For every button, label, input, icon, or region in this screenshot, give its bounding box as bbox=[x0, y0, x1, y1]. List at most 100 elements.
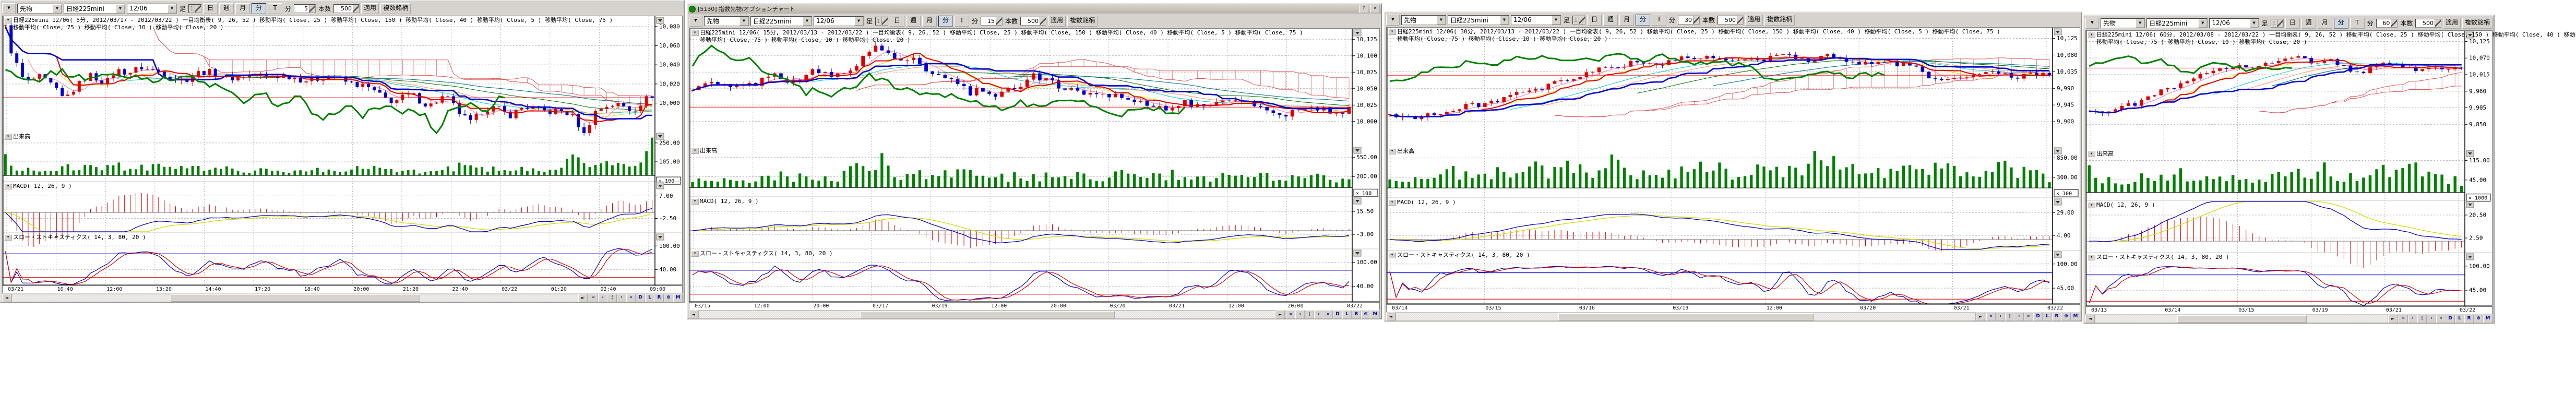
bar-type-月-button[interactable]: 月 bbox=[922, 16, 937, 27]
apply-button[interactable]: 適用 bbox=[2443, 18, 2461, 29]
bars-count-spinner[interactable]: 500 bbox=[1718, 16, 1744, 25]
nav-button-9[interactable]: M bbox=[2071, 313, 2080, 321]
nav-button-6[interactable]: L bbox=[2455, 315, 2464, 323]
nav-button-2[interactable]: ¦ bbox=[607, 294, 617, 302]
nav-button-2[interactable]: ¦ bbox=[1305, 311, 1314, 319]
nav-button-6[interactable]: L bbox=[2043, 313, 2052, 321]
scrollbar-track[interactable] bbox=[698, 311, 1275, 319]
bar-type-T-button[interactable]: T bbox=[955, 16, 969, 27]
bar-type-週-button[interactable]: 週 bbox=[1603, 15, 1618, 26]
scroll-right-button[interactable]: ► bbox=[1976, 313, 1985, 321]
nav-button-0[interactable]: « bbox=[1986, 313, 1996, 321]
bar-type-分-button[interactable]: 分 bbox=[2334, 18, 2348, 29]
scrollbar-track[interactable] bbox=[1396, 313, 1976, 321]
bar-type-日-button[interactable]: 日 bbox=[203, 3, 218, 14]
bars-count-spinner[interactable]: 500 bbox=[333, 4, 360, 13]
nav-button-8[interactable]: ⊕ bbox=[1361, 311, 1370, 319]
nav-button-0[interactable]: « bbox=[1286, 311, 1295, 319]
bar-type-週-button[interactable]: 週 bbox=[2301, 18, 2316, 29]
nav-button-0[interactable]: « bbox=[2399, 315, 2408, 323]
multi-symbol-button[interactable]: 複数銘柄 bbox=[380, 3, 411, 14]
bar-type-T-button[interactable]: T bbox=[268, 3, 282, 14]
minutes-spinner[interactable]: 30 bbox=[1678, 16, 1700, 25]
nav-button-8[interactable]: ⊕ bbox=[2474, 315, 2483, 323]
symbol-select[interactable]: 日経225mini▼ bbox=[2146, 18, 2208, 28]
bar-type-週-button[interactable]: 週 bbox=[906, 16, 921, 27]
nav-button-4[interactable]: » bbox=[2436, 315, 2446, 323]
multi-symbol-button[interactable]: 複数銘柄 bbox=[1067, 16, 1098, 27]
nav-button-3[interactable]: › bbox=[2014, 313, 2024, 321]
nav-button-2[interactable]: ¦ bbox=[2417, 315, 2427, 323]
scroll-left-button[interactable]: ◄ bbox=[2, 294, 11, 302]
nav-button-4[interactable]: » bbox=[1323, 311, 1333, 319]
contract-select[interactable]: 12/06▼ bbox=[127, 4, 177, 14]
contract-select[interactable]: 12/06▼ bbox=[2209, 18, 2259, 28]
nav-button-7[interactable]: R bbox=[2464, 315, 2474, 323]
nav-button-5[interactable]: D bbox=[2446, 315, 2455, 323]
nav-button-1[interactable]: ‹ bbox=[1996, 313, 2005, 321]
scroll-left-button[interactable]: ◄ bbox=[689, 311, 698, 319]
bar-type-月-button[interactable]: 月 bbox=[1619, 15, 1634, 26]
bar-type-T-button[interactable]: T bbox=[1652, 15, 1666, 26]
apply-button[interactable]: 適用 bbox=[1745, 15, 1763, 26]
nav-button-9[interactable]: M bbox=[673, 294, 683, 302]
nav-button-6[interactable]: L bbox=[645, 294, 654, 302]
scroll-right-button[interactable]: ► bbox=[578, 294, 588, 302]
category-select[interactable]: 先物▼ bbox=[17, 4, 62, 14]
nav-button-4[interactable]: » bbox=[626, 294, 636, 302]
category-select[interactable]: 先物▼ bbox=[2101, 18, 2145, 28]
nav-button-7[interactable]: R bbox=[654, 294, 664, 302]
multi-symbol-button[interactable]: 複数銘柄 bbox=[1764, 15, 1795, 26]
symbol-select[interactable]: 日経225mini▼ bbox=[750, 16, 812, 26]
help-button[interactable]: ? bbox=[1359, 5, 1368, 13]
scroll-left-button[interactable]: ◄ bbox=[1386, 313, 1396, 321]
nav-button-9[interactable]: M bbox=[2483, 315, 2492, 323]
bar-type-日-button[interactable]: 日 bbox=[1587, 15, 1602, 26]
bars-count-spinner[interactable]: 500 bbox=[2415, 19, 2441, 28]
nav-button-8[interactable]: ⊕ bbox=[2061, 313, 2071, 321]
scroll-right-button[interactable]: ► bbox=[1275, 311, 1285, 319]
nav-button-2[interactable]: ¦ bbox=[2005, 313, 2014, 321]
nav-button-6[interactable]: L bbox=[1342, 311, 1352, 319]
nav-button-5[interactable]: D bbox=[2033, 313, 2043, 321]
bar-type-分-button[interactable]: 分 bbox=[938, 16, 953, 27]
close-button[interactable]: × bbox=[1370, 5, 1380, 13]
bar-type-T-button[interactable]: T bbox=[2350, 18, 2365, 29]
bar-type-週-button[interactable]: 週 bbox=[219, 3, 234, 14]
nav-button-1[interactable]: ‹ bbox=[1295, 311, 1305, 319]
window-menu-button[interactable]: ▼ bbox=[1386, 15, 1400, 26]
window-menu-button[interactable]: ▼ bbox=[2, 3, 16, 14]
nav-button-0[interactable]: « bbox=[589, 294, 598, 302]
scrollbar-thumb[interactable] bbox=[1558, 313, 1814, 320]
multi-symbol-button[interactable]: 複数銘柄 bbox=[2462, 18, 2492, 29]
nav-button-3[interactable]: › bbox=[1314, 311, 1323, 319]
nav-button-4[interactable]: » bbox=[2024, 313, 2033, 321]
scrollbar-thumb[interactable] bbox=[2177, 315, 2307, 323]
scroll-right-button[interactable]: ► bbox=[2388, 315, 2398, 323]
nav-button-1[interactable]: ‹ bbox=[2408, 315, 2417, 323]
bar-type-月-button[interactable]: 月 bbox=[235, 3, 250, 14]
minutes-spinner[interactable]: 15 bbox=[981, 17, 1003, 26]
nav-button-5[interactable]: D bbox=[1333, 311, 1342, 319]
nav-button-3[interactable]: › bbox=[2427, 315, 2436, 323]
bar-type-日-button[interactable]: 日 bbox=[890, 16, 904, 27]
symbol-select[interactable]: 日経225mini▼ bbox=[1448, 15, 1509, 25]
category-select[interactable]: 先物▼ bbox=[704, 16, 749, 26]
bars-count-spinner[interactable]: 500 bbox=[1020, 17, 1046, 26]
contract-select[interactable]: 12/06▼ bbox=[1511, 15, 1561, 25]
window-menu-button[interactable]: ▼ bbox=[689, 16, 702, 27]
nav-button-8[interactable]: ⊕ bbox=[664, 294, 673, 302]
scrollbar-thumb[interactable] bbox=[860, 311, 1115, 318]
category-select[interactable]: 先物▼ bbox=[1401, 15, 1446, 25]
minutes-spinner[interactable]: 60 bbox=[2376, 19, 2398, 28]
contract-select[interactable]: 12/06▼ bbox=[814, 16, 864, 26]
window-menu-button[interactable]: ▼ bbox=[2085, 18, 2099, 29]
scrollbar-thumb[interactable] bbox=[171, 294, 421, 302]
symbol-select[interactable]: 日経225mini▼ bbox=[64, 4, 125, 14]
nav-button-9[interactable]: M bbox=[1370, 311, 1380, 319]
bar-type-分-button[interactable]: 分 bbox=[1636, 15, 1650, 26]
scrollbar-track[interactable] bbox=[11, 294, 578, 302]
nav-button-7[interactable]: R bbox=[1352, 311, 1361, 319]
bar-type-日-button[interactable]: 日 bbox=[2285, 18, 2300, 29]
nav-button-5[interactable]: D bbox=[636, 294, 645, 302]
